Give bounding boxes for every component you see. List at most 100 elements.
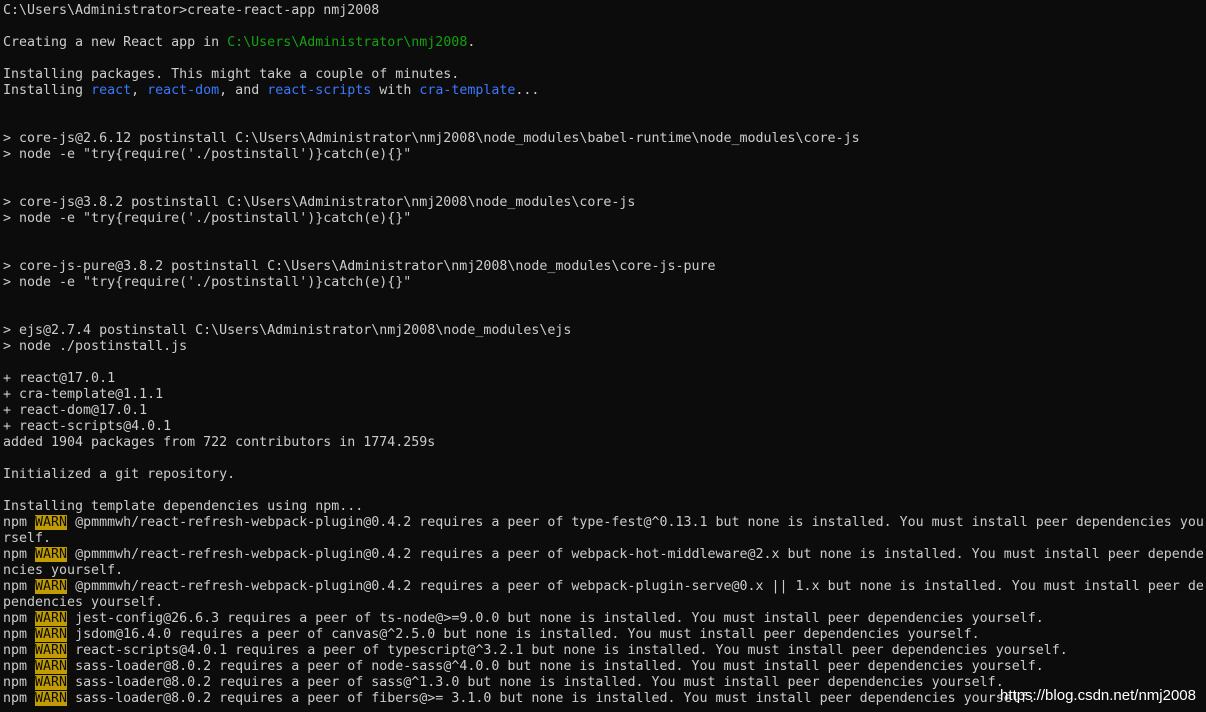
terminal-line: npm WARN jsdom@16.4.0 requires a peer of…	[3, 627, 1206, 643]
terminal-text: pendencies yourself.	[3, 595, 164, 610]
terminal-line: + react@17.0.1	[3, 371, 1206, 387]
terminal-text: C:\Users\Administrator\nmj2008	[227, 35, 468, 50]
terminal-text: npm	[3, 547, 36, 562]
terminal-output[interactable]: C:\Users\Administrator>create-react-app …	[0, 0, 1206, 712]
terminal-text: Installing template dependencies using n…	[3, 499, 364, 514]
watermark: https://blog.csdn.net/nmj2008	[1000, 687, 1196, 704]
warn-badge: WARN	[35, 643, 68, 658]
terminal-text: ,	[131, 83, 148, 98]
terminal-text: > node -e "try{require('./postinstall')}…	[3, 211, 412, 226]
terminal-line: added 1904 packages from 722 contributor…	[3, 435, 1206, 451]
terminal-line: + react-dom@17.0.1	[3, 403, 1206, 419]
terminal-text: ncies yourself.	[3, 563, 124, 578]
terminal-text: + react-scripts@4.0.1	[3, 419, 172, 434]
terminal-text: + cra-template@1.1.1	[3, 387, 164, 402]
terminal-line: Creating a new React app in C:\Users\Adm…	[3, 35, 1206, 51]
terminal-line: + cra-template@1.1.1	[3, 387, 1206, 403]
terminal-line: npm WARN react-scripts@4.0.1 requires a …	[3, 643, 1206, 659]
terminal-text: with	[371, 83, 420, 98]
terminal-text: C:\Users\Administrator>create-react-app …	[3, 3, 380, 18]
terminal-line: ncies yourself.	[3, 563, 1206, 579]
terminal-line: npm WARN @pmmmwh/react-refresh-webpack-p…	[3, 547, 1206, 563]
terminal-text: added 1904 packages from 722 contributor…	[3, 435, 436, 450]
terminal-text: @pmmmwh/react-refresh-webpack-plugin@0.4…	[67, 579, 1204, 594]
terminal-text: rself.	[3, 531, 52, 546]
warn-badge: WARN	[35, 515, 68, 530]
terminal-text: sass-loader@8.0.2 requires a peer of nod…	[67, 659, 1044, 674]
terminal-line: > ejs@2.7.4 postinstall C:\Users\Adminis…	[3, 323, 1206, 339]
terminal-line: > core-js@3.8.2 postinstall C:\Users\Adm…	[3, 195, 1206, 211]
terminal-text: react-scripts	[267, 83, 372, 98]
terminal-text: > core-js-pure@3.8.2 postinstall C:\User…	[3, 259, 716, 274]
terminal-text: > node -e "try{require('./postinstall')}…	[3, 147, 412, 162]
warn-badge: WARN	[35, 547, 68, 562]
terminal-line: > core-js@2.6.12 postinstall C:\Users\Ad…	[3, 131, 1206, 147]
terminal-text: , and	[219, 83, 268, 98]
terminal-text: @pmmmwh/react-refresh-webpack-plugin@0.4…	[67, 547, 1204, 562]
terminal-text: sass-loader@8.0.2 requires a peer of fib…	[67, 691, 1036, 706]
terminal-line: Installing template dependencies using n…	[3, 499, 1206, 515]
terminal-text: cra-template	[419, 83, 516, 98]
terminal-text: > node -e "try{require('./postinstall')}…	[3, 275, 412, 290]
terminal-text: npm	[3, 611, 36, 626]
terminal-text: Installing packages. This might take a c…	[3, 67, 460, 82]
terminal-line: npm WARN @pmmmwh/react-refresh-webpack-p…	[3, 579, 1206, 595]
terminal-text: jsdom@16.4.0 requires a peer of canvas@^…	[67, 627, 980, 642]
warn-badge: WARN	[35, 627, 68, 642]
terminal-text: ...	[515, 83, 540, 98]
terminal-text: react	[91, 83, 132, 98]
terminal-text: Installing	[3, 83, 92, 98]
terminal-text: jest-config@26.6.3 requires a peer of ts…	[67, 611, 1044, 626]
terminal-text: react-dom	[147, 83, 220, 98]
terminal-text: react-scripts@4.0.1 requires a peer of t…	[67, 643, 1068, 658]
terminal-text: npm	[3, 643, 36, 658]
terminal-text: npm	[3, 515, 36, 530]
warn-badge: WARN	[35, 659, 68, 674]
warn-badge: WARN	[35, 691, 68, 706]
terminal-text: npm	[3, 627, 36, 642]
warn-badge: WARN	[35, 579, 68, 594]
terminal-text: npm	[3, 691, 36, 706]
terminal-line: npm WARN @pmmmwh/react-refresh-webpack-p…	[3, 515, 1206, 531]
terminal-line: pendencies yourself.	[3, 595, 1206, 611]
terminal-text: npm	[3, 579, 36, 594]
terminal-line: Initialized a git repository.	[3, 467, 1206, 483]
terminal-line: + react-scripts@4.0.1	[3, 419, 1206, 435]
terminal-line: npm WARN jest-config@26.6.3 requires a p…	[3, 611, 1206, 627]
terminal-text: @pmmmwh/react-refresh-webpack-plugin@0.4…	[67, 515, 1204, 530]
terminal-line: Installing react, react-dom, and react-s…	[3, 83, 1206, 99]
terminal-text: > core-js@2.6.12 postinstall C:\Users\Ad…	[3, 131, 860, 146]
terminal-line: > node -e "try{require('./postinstall')}…	[3, 211, 1206, 227]
terminal-text: + react@17.0.1	[3, 371, 116, 386]
terminal-text: npm	[3, 659, 36, 674]
terminal-line: npm WARN sass-loader@8.0.2 requires a pe…	[3, 659, 1206, 675]
terminal-line: > core-js-pure@3.8.2 postinstall C:\User…	[3, 259, 1206, 275]
warn-badge: WARN	[35, 611, 68, 626]
terminal-line: > node -e "try{require('./postinstall')}…	[3, 147, 1206, 163]
terminal-text: sass-loader@8.0.2 requires a peer of sas…	[67, 675, 1004, 690]
terminal-line: > node ./postinstall.js	[3, 339, 1206, 355]
terminal-text: > ejs@2.7.4 postinstall C:\Users\Adminis…	[3, 323, 572, 338]
terminal-line: C:\Users\Administrator>create-react-app …	[3, 3, 1206, 19]
terminal-line: rself.	[3, 531, 1206, 547]
warn-badge: WARN	[35, 675, 68, 690]
terminal-text: Initialized a git repository.	[3, 467, 236, 482]
terminal-text: > core-js@3.8.2 postinstall C:\Users\Adm…	[3, 195, 636, 210]
terminal-text: npm	[3, 675, 36, 690]
terminal-text: Creating a new React app in	[3, 35, 228, 50]
terminal-line: Installing packages. This might take a c…	[3, 67, 1206, 83]
terminal-text: > node ./postinstall.js	[3, 339, 188, 354]
